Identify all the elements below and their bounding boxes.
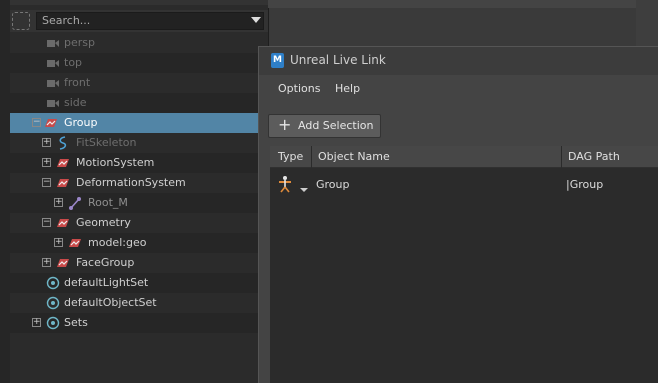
expand-toggle[interactable]: + (42, 158, 51, 167)
expand-toggle[interactable]: + (54, 198, 63, 207)
menu-help[interactable]: Help (335, 82, 360, 96)
outliner-item-label: front (64, 76, 91, 89)
outliner-item-front[interactable]: front (10, 73, 268, 93)
outliner-item-defaultlightset[interactable]: defaultLightSet (10, 273, 268, 293)
maya-logo-icon: M (271, 53, 284, 68)
outliner-item-root-m[interactable]: + Root_M (10, 193, 268, 213)
outliner-item-label: Geometry (76, 216, 131, 229)
set-icon (46, 296, 60, 310)
row-object-name[interactable]: Group (316, 176, 350, 194)
set-icon (46, 276, 60, 290)
outliner-item-fitskeleton[interactable]: + FitSkeleton (10, 133, 268, 153)
outliner-item-facegroup[interactable]: + FaceGroup (10, 253, 268, 273)
plus-icon: + (278, 115, 292, 134)
column-header-object-name[interactable]: Object Name (312, 146, 562, 168)
transform-group-icon (57, 259, 69, 267)
row-dag-path: |Group (566, 178, 604, 191)
set-icon (46, 316, 60, 330)
add-selection-label: Add Selection (298, 119, 374, 132)
outliner-item-persp[interactable]: persp (10, 33, 268, 53)
outliner-item-label: model:geo (88, 236, 147, 249)
outliner-gutter (0, 0, 10, 383)
outliner-item-label: top (64, 56, 83, 69)
camera-icon (47, 40, 59, 47)
outliner-item-label: defaultObjectSet (64, 296, 157, 309)
outliner-item-label: DeformationSystem (76, 176, 186, 189)
chevron-down-icon[interactable] (300, 188, 308, 192)
collapse-toggle[interactable]: − (42, 218, 51, 227)
curve-icon (59, 136, 67, 150)
camera-icon (47, 60, 59, 67)
expand-toggle[interactable]: + (32, 318, 41, 327)
outliner-item-model-geo[interactable]: + model:geo (10, 233, 268, 253)
outliner-header-strip (10, 0, 268, 5)
window-title: Unreal Live Link (290, 53, 386, 67)
transform-group-icon (45, 119, 57, 127)
expand-toggle[interactable]: + (42, 138, 51, 147)
outliner-item-label: persp (64, 36, 95, 49)
outliner-item-top[interactable]: top (10, 53, 268, 73)
outliner-item-motionsystem[interactable]: + MotionSystem (10, 153, 268, 173)
outliner-item-deformationsystem[interactable]: − DeformationSystem (10, 173, 268, 193)
joint-icon (69, 197, 81, 210)
collapse-toggle[interactable]: − (32, 118, 41, 127)
menu-options[interactable]: Options (278, 82, 320, 96)
joint-icon[interactable] (277, 175, 293, 193)
chevron-down-icon[interactable] (251, 17, 261, 23)
outliner-item-defaultobjectset[interactable]: defaultObjectSet (10, 293, 268, 313)
filter-icon[interactable] (12, 12, 30, 30)
outliner-item-label: Group (64, 116, 98, 129)
channel-box-strip (636, 0, 658, 48)
outliner-item-label: FitSkeleton (76, 136, 137, 149)
transform-group-icon (57, 219, 69, 227)
outliner-item-label: Root_M (88, 196, 128, 209)
outliner-item-label: Sets (64, 316, 88, 329)
viewport[interactable] (269, 8, 639, 48)
expand-toggle[interactable]: + (42, 258, 51, 267)
outliner-item-label: defaultLightSet (64, 276, 149, 289)
transform-group-icon (57, 159, 69, 167)
collapse-toggle[interactable]: − (42, 178, 51, 187)
outliner-item-label: MotionSystem (76, 156, 155, 169)
viewport-toolbar (268, 0, 658, 8)
search-input[interactable]: Search... (36, 12, 264, 30)
outliner-item-group[interactable]: − Group (10, 113, 268, 133)
expand-toggle[interactable]: + (54, 238, 63, 247)
transform-group-icon (69, 239, 81, 247)
camera-icon (47, 80, 59, 87)
outliner-item-side[interactable]: side (10, 93, 268, 113)
outliner-item-sets[interactable]: + Sets (10, 313, 268, 333)
outliner-item-label: FaceGroup (76, 256, 135, 269)
column-header-type[interactable]: Type (272, 146, 312, 168)
outliner-item-label: side (64, 96, 87, 109)
camera-icon (47, 100, 59, 107)
outliner-item-geometry[interactable]: − Geometry (10, 213, 268, 233)
column-header-dag-path[interactable]: DAG Path (562, 146, 658, 168)
transform-group-icon (57, 179, 69, 187)
